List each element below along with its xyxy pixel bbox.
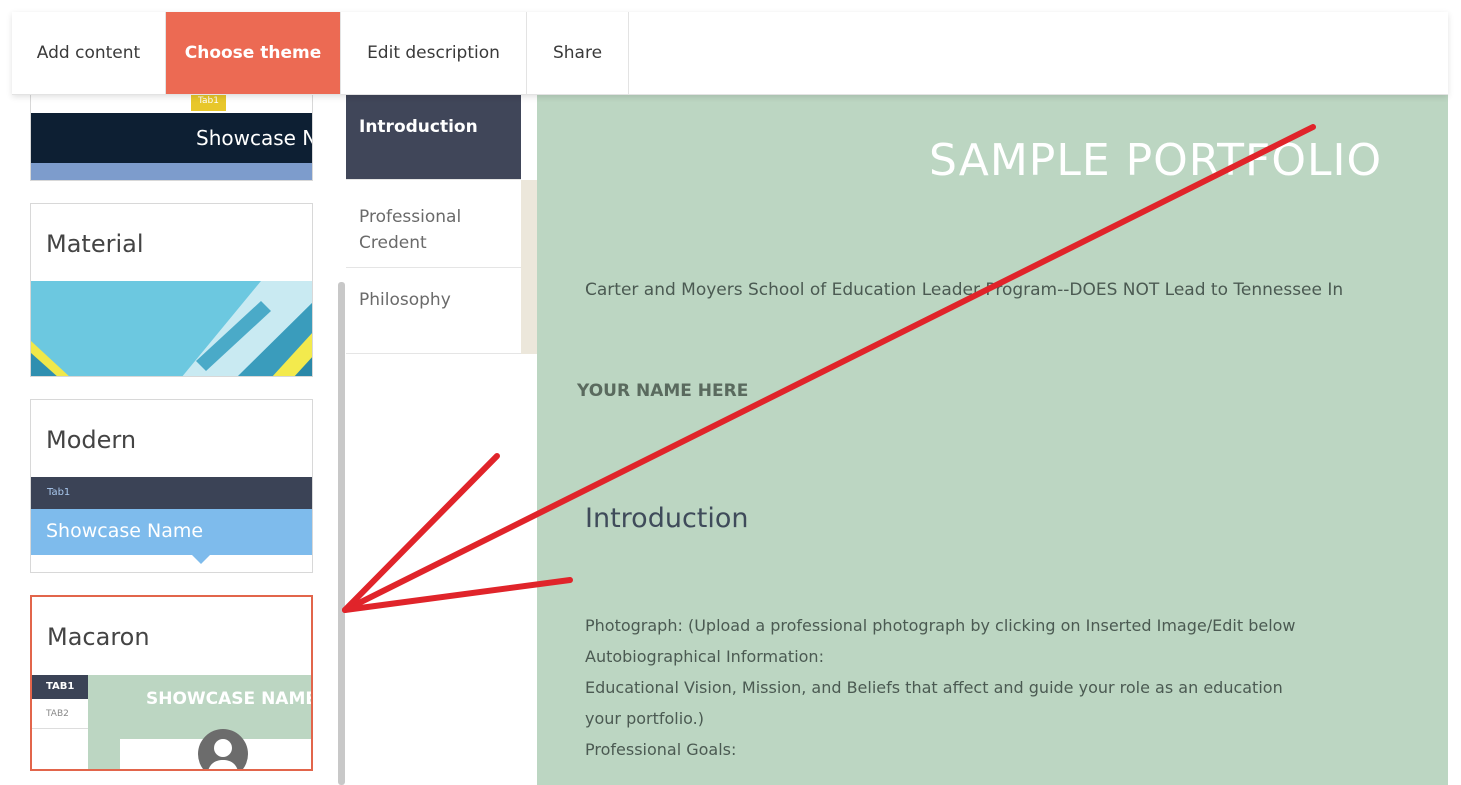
theme-title: Material [46,230,144,258]
theme-card-macaron[interactable]: Macaron TAB1 TAB2 SHOWCASE NAME [30,595,313,771]
portfolio-owner-name: YOUR NAME HERE [577,381,749,401]
body-line: Educational Vision, Mission, and Beliefs… [585,678,1283,697]
theme-preview-tab: Tab1 [191,95,226,111]
theme-preview-notch [191,554,211,564]
theme-preview-strip [31,163,312,180]
body-line: Photograph: (Upload a professional photo… [585,616,1296,635]
body-line: Professional Goals: [585,740,737,759]
theme-preview-tab1: TAB1 [32,675,88,699]
theme-preview-tab2: TAB2 [32,699,88,729]
avatar-icon [198,729,248,769]
theme-card-modern[interactable]: Modern Tab1 Showcase Name [30,399,313,573]
theme-card-material[interactable]: Material [30,203,313,377]
theme-preview-showcase-name: Showcase Name [46,520,204,542]
body-line: your portfolio.) [585,709,705,728]
preview-nav-philosophy[interactable]: Philosophy [346,268,521,354]
top-toolbar: Add content Choose theme Edit descriptio… [12,12,1448,95]
preview-sidebar: Introduction Professional Credent Philos… [346,95,537,785]
portfolio-subtitle: Carter and Moyers School of Education Le… [585,280,1344,300]
theme-preview-image [31,281,312,376]
preview-sidebar-scroll-strip [521,180,537,354]
preview-nav-introduction[interactable]: Introduction [346,95,521,180]
tab-share[interactable]: Share [527,12,629,94]
tab-edit-description[interactable]: Edit description [341,12,527,94]
theme-preview-navbar [31,477,312,509]
preview-nav-professional-credentials[interactable]: Professional Credent [346,180,521,268]
portfolio-title: SAMPLE PORTFOLIO [929,135,1383,186]
section-body: Photograph: (Upload a professional photo… [585,610,1448,765]
theme-title: Modern [46,426,137,454]
theme-panel-scrollbar-thumb[interactable] [338,282,345,785]
body-line: Autobiographical Information: [585,647,824,666]
tab-add-content[interactable]: Add content [12,12,166,94]
theme-preview-showcase-name: Showcase Na [196,126,312,150]
theme-preview-tab: Tab1 [47,487,71,498]
section-heading: Introduction [585,503,749,534]
theme-preview-showcase-name: SHOWCASE NAME [146,689,313,709]
theme-title: Macaron [47,623,150,651]
theme-card-partial[interactable]: Tab1 Showcase Na [30,95,313,181]
portfolio-preview: SAMPLE PORTFOLIO Carter and Moyers Schoo… [537,95,1448,785]
theme-list-panel: Tab1 Showcase Na Material Modern Tab1 Sh… [12,95,334,785]
tab-choose-theme[interactable]: Choose theme [166,12,341,94]
